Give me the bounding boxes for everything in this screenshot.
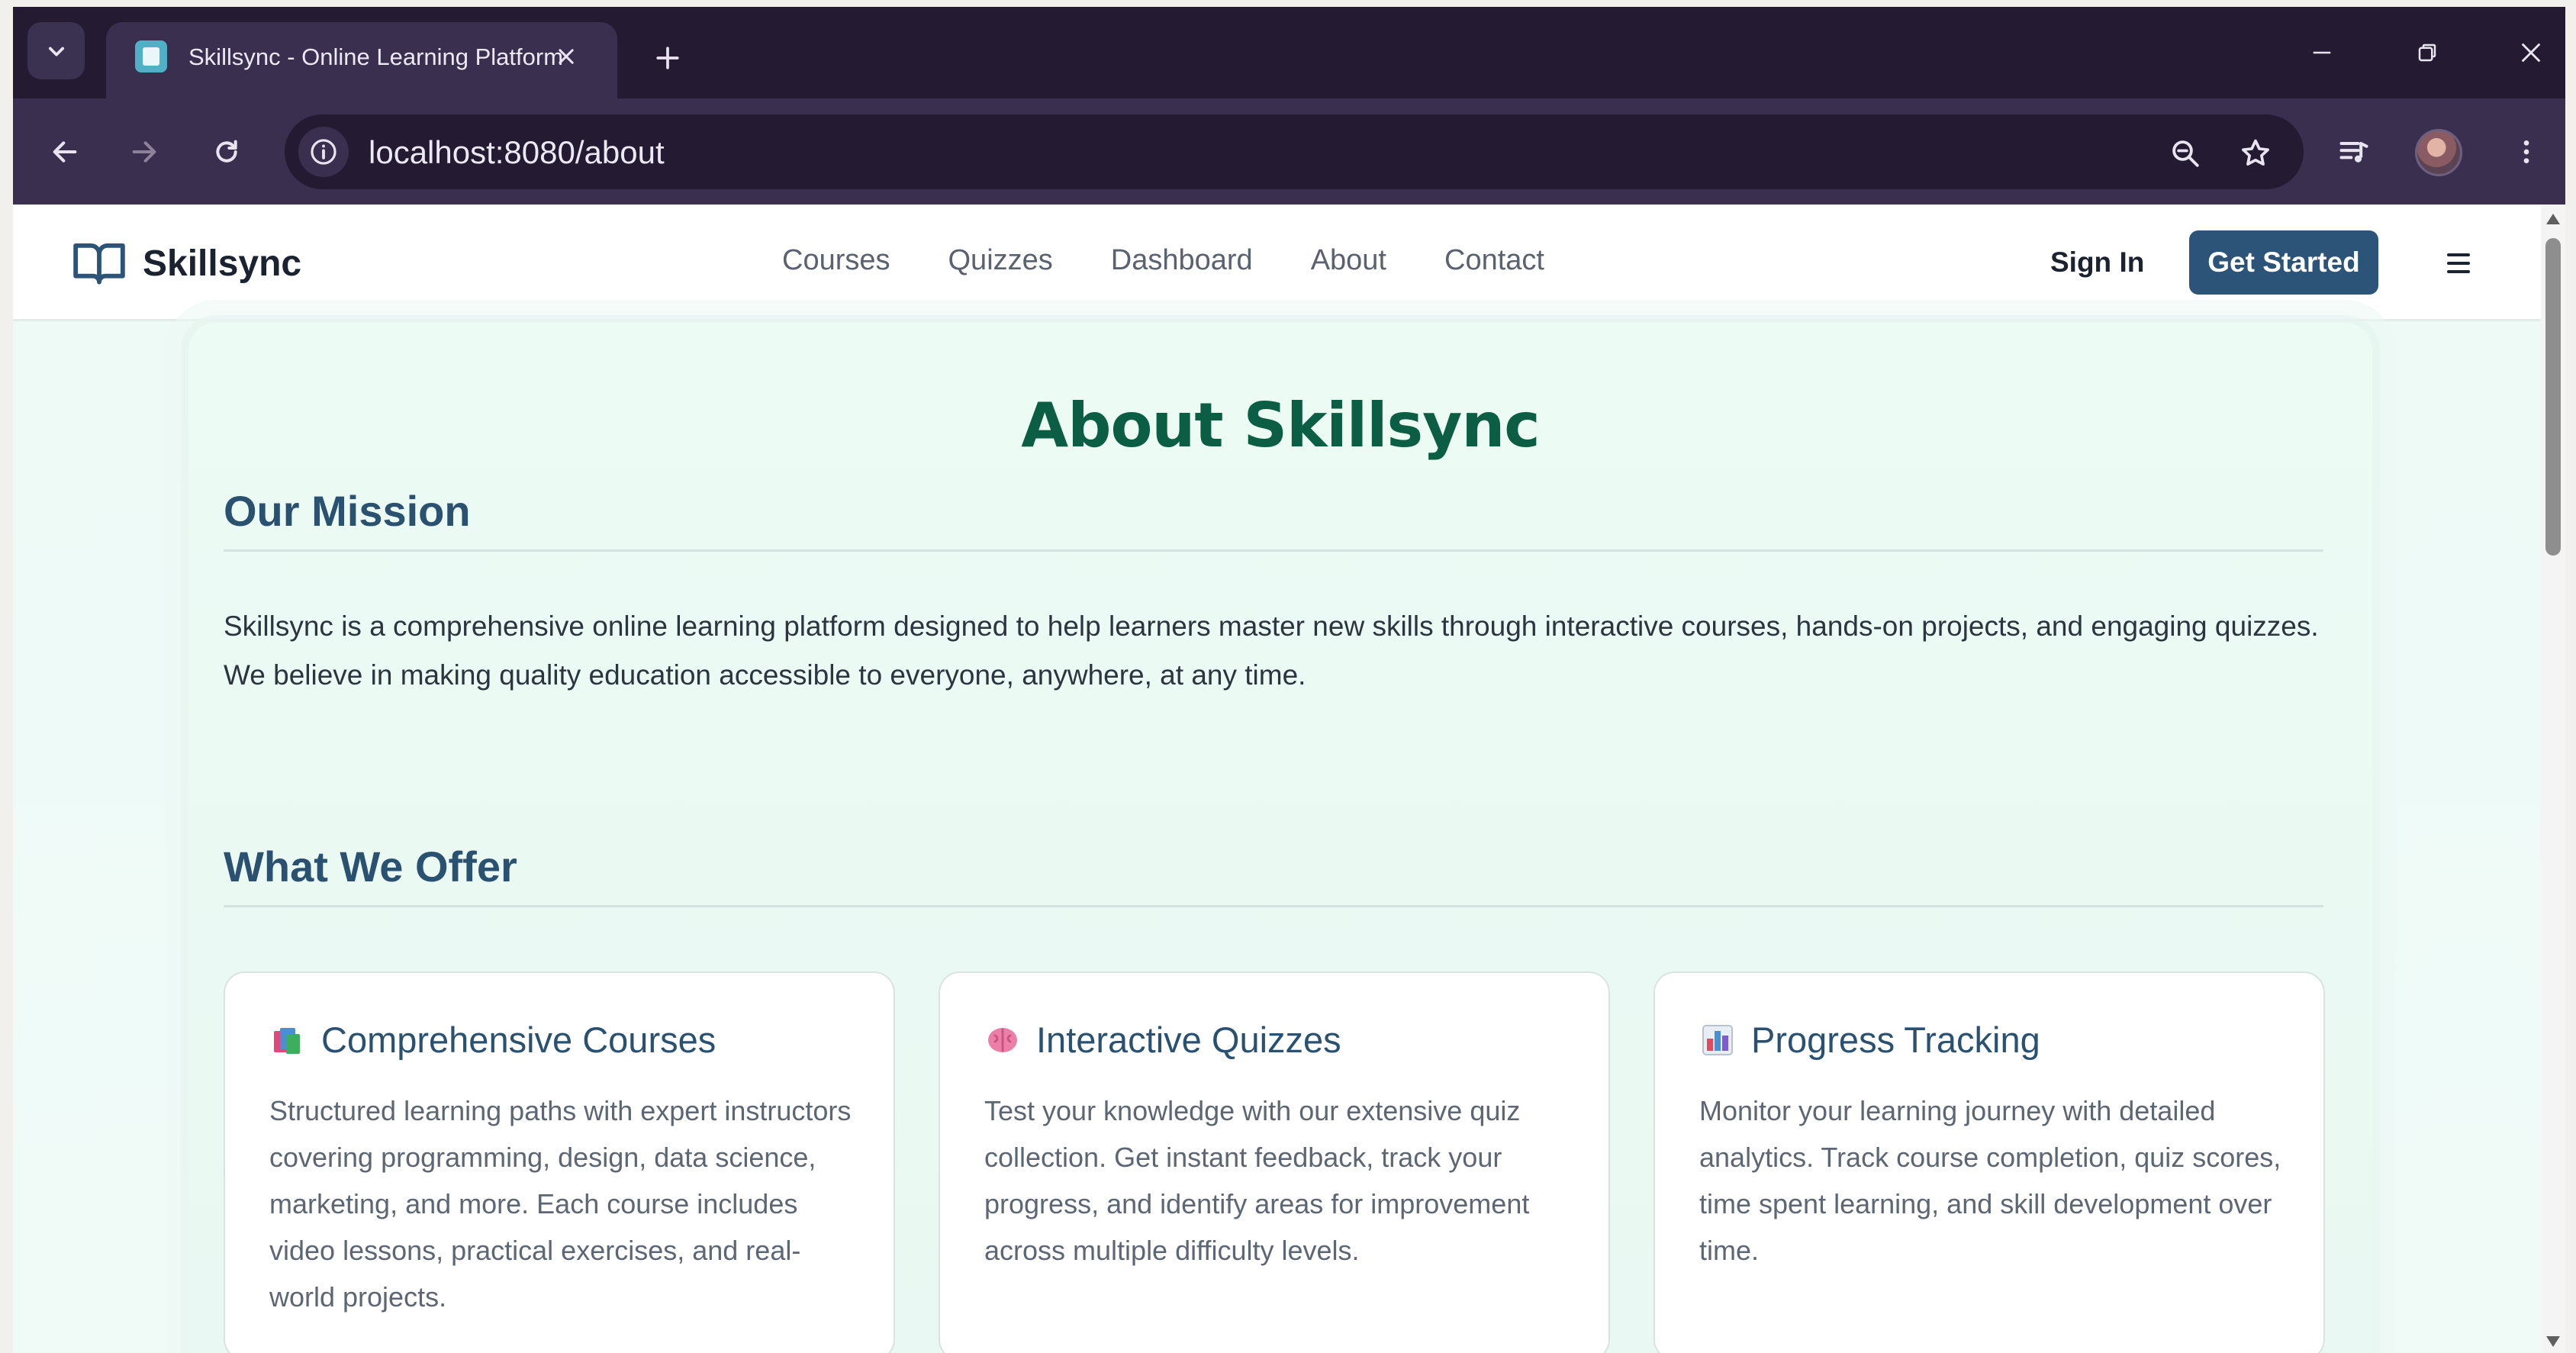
page-scrollbar[interactable] — [2541, 205, 2565, 1353]
more-vertical-icon — [2523, 140, 2529, 163]
page-title: About Skillsync — [1021, 390, 1540, 461]
arrow-left-icon — [53, 141, 77, 163]
reload-button[interactable] — [202, 127, 251, 176]
bar-chart-icon — [1702, 1024, 1733, 1055]
chevron-down-icon — [48, 47, 64, 56]
forward-button[interactable] — [120, 127, 169, 176]
nav-contact[interactable]: Contact — [1444, 244, 1544, 277]
address-bar[interactable]: localhost:8080/about — [285, 114, 2304, 189]
minimize-button[interactable] — [2291, 30, 2352, 76]
sign-in-button[interactable]: Sign In — [2050, 246, 2144, 279]
bookmark-button[interactable] — [2235, 133, 2276, 174]
nav-dashboard[interactable]: Dashboard — [1111, 244, 1253, 277]
close-icon — [559, 49, 574, 64]
get-started-button[interactable]: Get Started — [2189, 230, 2378, 295]
scroll-thumb[interactable] — [2545, 238, 2561, 556]
site-logo[interactable]: Skillsync — [71, 235, 301, 292]
main-nav: Courses Quizzes Dashboard About Contact — [782, 244, 1544, 277]
media-control-button[interactable] — [2331, 129, 2377, 175]
url-text[interactable]: localhost:8080/about — [369, 134, 665, 171]
offer-card-progress: Progress Tracking Monitor your learning … — [1653, 971, 2325, 1353]
zoom-button[interactable] — [2165, 133, 2206, 174]
open-book-icon — [73, 243, 125, 285]
nav-quizzes[interactable]: Quizzes — [948, 244, 1053, 277]
new-tab-button[interactable] — [647, 37, 688, 79]
scroll-up-icon[interactable] — [2546, 214, 2560, 224]
arrow-right-icon — [132, 141, 156, 163]
nav-about[interactable]: About — [1311, 244, 1386, 277]
offer-card-quizzes: Interactive Quizzes Test your knowledge … — [939, 971, 1610, 1353]
tab-title: Skillsync - Online Learning Platform — [188, 43, 564, 70]
restore-icon — [2418, 43, 2436, 62]
profile-avatar[interactable] — [2415, 129, 2462, 176]
minimize-icon — [2313, 51, 2331, 54]
offer-description: Monitor your learning journey with detai… — [1699, 1095, 2281, 1266]
browser-toolbar: localhost:8080/about — [13, 98, 2565, 205]
logo-text: Skillsync — [143, 243, 302, 284]
browser-menu-button[interactable] — [2504, 129, 2549, 175]
brain-icon — [988, 1027, 1017, 1052]
zoom-out-icon — [2172, 140, 2199, 167]
tab-strip: Skillsync - Online Learning Platform — [13, 7, 2565, 98]
mission-text: Skillsync is a comprehensive online lear… — [224, 610, 2319, 691]
back-button[interactable] — [40, 127, 89, 176]
plus-icon — [656, 47, 679, 69]
offer-description: Test your knowledge with our extensive q… — [984, 1095, 1530, 1266]
site-info-button[interactable] — [298, 127, 349, 177]
offer-card-courses: Comprehensive Courses Structured learnin… — [224, 971, 895, 1353]
books-icon — [274, 1027, 300, 1054]
hamburger-menu-icon[interactable] — [2439, 244, 2478, 282]
offer-title: Interactive Quizzes — [1036, 1020, 1341, 1060]
reload-icon — [216, 140, 237, 163]
browser-window: Skillsync - Online Learning Platform loc… — [13, 7, 2565, 1353]
star-icon — [2242, 139, 2269, 166]
tab-skillsync[interactable]: Skillsync - Online Learning Platform — [106, 22, 617, 98]
site-header: Skillsync Courses Quizzes Dashboard Abou… — [13, 205, 2541, 321]
offer-title: Progress Tracking — [1751, 1020, 2040, 1060]
offer-title: Comprehensive Courses — [321, 1020, 716, 1060]
restore-button[interactable] — [2397, 30, 2458, 76]
playlist-icon — [2339, 141, 2368, 163]
about-content: About Skillsync Our Mission Skillsync is… — [188, 323, 2372, 1353]
tab-close-button[interactable] — [547, 37, 585, 76]
page-viewport: Skillsync Courses Quizzes Dashboard Abou… — [13, 205, 2565, 1353]
offer-description: Structured learning paths with expert in… — [269, 1095, 852, 1313]
mission-heading: Our Mission — [224, 486, 2323, 552]
tab-search-button[interactable] — [27, 22, 85, 79]
close-window-button[interactable] — [2500, 30, 2562, 76]
scroll-down-icon[interactable] — [2546, 1336, 2560, 1347]
offer-heading: What We Offer — [224, 842, 2323, 907]
close-icon — [2521, 43, 2541, 63]
favicon-icon — [135, 40, 167, 72]
info-icon — [311, 139, 336, 165]
nav-courses[interactable]: Courses — [782, 244, 890, 277]
